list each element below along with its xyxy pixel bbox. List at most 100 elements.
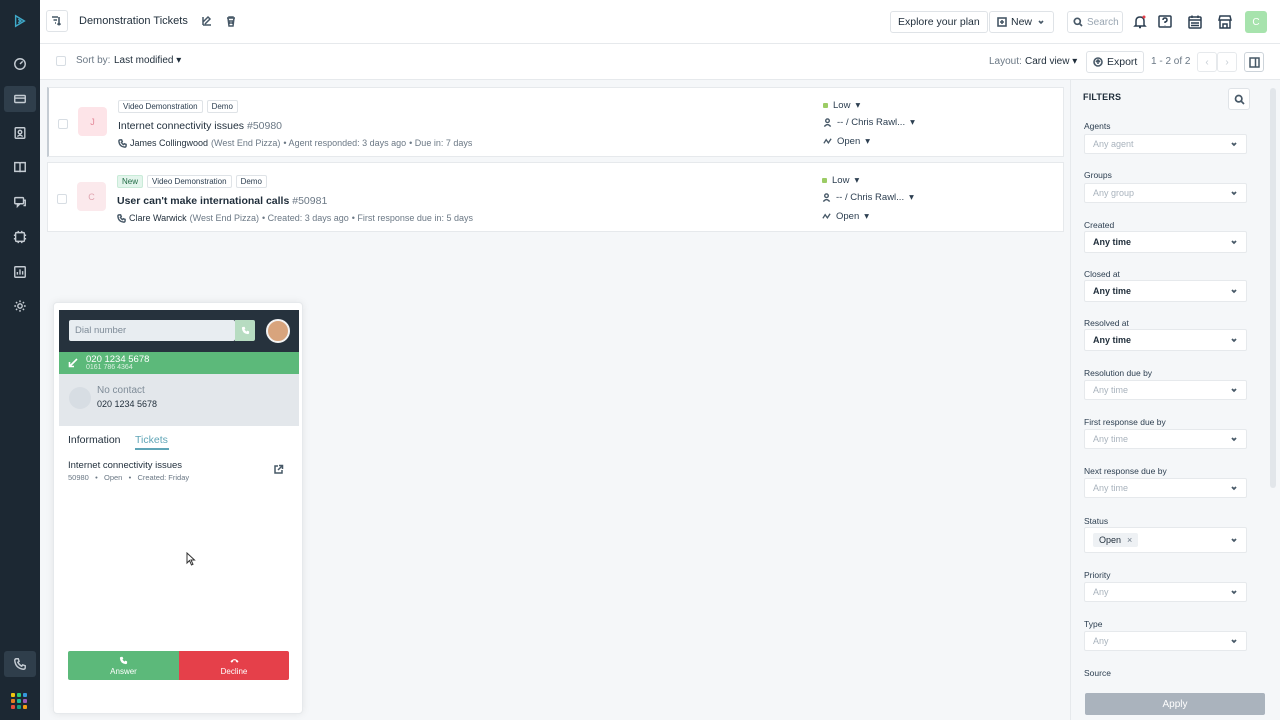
select-all-checkbox[interactable]: [56, 56, 66, 66]
status-dropdown[interactable]: Open ▾: [823, 136, 870, 147]
ticket-subject-link[interactable]: User can't make international calls #509…: [117, 195, 327, 207]
explore-plan-button[interactable]: Explore your plan: [890, 11, 988, 33]
next-page-button[interactable]: ›: [1217, 52, 1237, 72]
priority-dropdown[interactable]: Low ▾: [823, 100, 860, 111]
resolution-due-label: Resolution due by: [1084, 368, 1153, 378]
settings-gear-icon[interactable]: [10, 296, 30, 316]
reports-icon[interactable]: [10, 262, 30, 282]
status-icon: [823, 138, 832, 145]
sort-by-dropdown[interactable]: Last modified ▾: [114, 55, 181, 66]
calendar-icon[interactable]: [1185, 12, 1205, 32]
groups-label: Groups: [1084, 170, 1112, 180]
automations-icon[interactable]: [10, 227, 30, 247]
chevron-down-icon: [1230, 484, 1238, 492]
ticket-due: • Due in: 7 days: [409, 138, 473, 148]
resolution-due-select[interactable]: Any time: [1084, 380, 1247, 400]
agent-avatar[interactable]: [266, 319, 290, 343]
dial-call-button[interactable]: [235, 320, 255, 341]
layout-dropdown[interactable]: Card view ▾: [1025, 56, 1077, 67]
tab-tickets[interactable]: Tickets: [135, 434, 168, 446]
closed-at-value: Any time: [1093, 286, 1132, 296]
status-chip-label: Open: [1099, 535, 1122, 545]
prev-page-button[interactable]: ‹: [1197, 52, 1217, 72]
help-icon[interactable]: [1155, 12, 1175, 32]
priority-dot: [822, 178, 827, 183]
new-button[interactable]: New: [989, 11, 1055, 33]
related-ticket-meta: 50980 • Open • Created: Friday: [68, 473, 190, 482]
export-button[interactable]: Export: [1086, 51, 1145, 73]
ticket-card[interactable]: J Video Demonstration Demo Internet conn…: [47, 87, 1064, 157]
closed-at-select[interactable]: Any time: [1084, 280, 1247, 302]
search-input[interactable]: Search: [1067, 11, 1123, 33]
requester-name[interactable]: Clare Warwick: [129, 213, 187, 223]
created-select[interactable]: Any time: [1084, 231, 1247, 253]
freshdesk-logo-icon[interactable]: [10, 11, 30, 31]
requester-avatar: J: [78, 107, 107, 136]
toggle-filters-panel-button[interactable]: [1244, 52, 1264, 72]
remove-chip-icon[interactable]: ×: [1127, 535, 1132, 545]
ticket-card[interactable]: C New Video Demonstration Demo User can'…: [47, 162, 1064, 232]
notifications-bell-icon[interactable]: [1130, 12, 1150, 32]
active-tab-indicator: [135, 448, 169, 450]
priority-filter-select[interactable]: Any: [1084, 582, 1247, 602]
dashboard-icon[interactable]: [10, 54, 30, 74]
priority-dropdown[interactable]: Low ▾: [822, 175, 859, 186]
status-filter-select[interactable]: Open ×: [1084, 527, 1247, 553]
new-badge: New: [117, 175, 144, 188]
type-filter-select[interactable]: Any: [1084, 631, 1247, 651]
groups-select[interactable]: Any group: [1084, 183, 1247, 203]
ticket-tags: Video Demonstration Demo: [118, 100, 238, 113]
first-response-due-select[interactable]: Any time: [1084, 429, 1247, 449]
filters-scrollbar[interactable]: [1270, 88, 1276, 488]
answer-button[interactable]: Answer: [68, 651, 179, 680]
assignee-dropdown[interactable]: -- / Chris Rawl... ▾: [822, 192, 914, 203]
explore-plan-label: Explore your plan: [898, 16, 980, 28]
sort-by-label: Sort by:: [76, 55, 111, 66]
ticket-meta: James Collingwood (West End Pizza) • Age…: [118, 138, 472, 148]
marketplace-store-icon[interactable]: [1215, 12, 1235, 32]
edit-view-icon[interactable]: [201, 15, 213, 27]
resolved-at-select[interactable]: Any time: [1084, 329, 1247, 351]
export-icon: [1093, 57, 1103, 67]
next-response-due-select[interactable]: Any time: [1084, 478, 1247, 498]
related-ticket-title[interactable]: Internet connectivity issues: [68, 460, 182, 471]
filters-search-button[interactable]: [1228, 88, 1250, 110]
app-switcher-grid-icon[interactable]: [11, 693, 27, 709]
filter-toggle-button[interactable]: [46, 10, 68, 32]
conversations-icon[interactable]: [10, 192, 30, 212]
open-external-icon[interactable]: [273, 464, 285, 476]
requester-name[interactable]: James Collingwood: [130, 138, 208, 148]
assignee-value: -- / Chris Rawl...: [837, 117, 906, 128]
layout-value: Card view: [1025, 56, 1070, 67]
contact-name: No contact: [97, 385, 145, 396]
decline-label: Decline: [220, 666, 248, 676]
incoming-arrow-icon: [68, 358, 78, 368]
phone-hangup-icon: [229, 658, 239, 663]
chevron-down-icon: [1230, 140, 1238, 148]
status-icon: [822, 213, 831, 220]
caller-contact-card: No contact 020 1234 5678: [59, 374, 299, 426]
tab-information[interactable]: Information: [68, 434, 121, 446]
ticket-subject-link[interactable]: Internet connectivity issues #50980: [118, 120, 282, 132]
phone-icon[interactable]: [4, 651, 36, 677]
knowledge-base-icon[interactable]: [10, 157, 30, 177]
ticket-number: #50981: [292, 195, 328, 207]
agents-select[interactable]: Any agent: [1084, 134, 1247, 154]
apply-filters-button[interactable]: Apply: [1085, 693, 1265, 715]
contacts-icon[interactable]: [10, 123, 30, 143]
ticket-checkbox[interactable]: [58, 119, 68, 129]
delete-view-icon[interactable]: [225, 15, 237, 27]
decline-button[interactable]: Decline: [179, 651, 289, 680]
tickets-icon[interactable]: [4, 86, 36, 112]
dial-placeholder: Dial number: [75, 325, 127, 336]
contact-number: 020 1234 5678: [97, 399, 158, 409]
user-avatar[interactable]: C: [1245, 11, 1267, 33]
plus-box-icon: [997, 17, 1007, 27]
phone-answer-icon: [119, 656, 128, 664]
mouse-cursor-icon: [186, 552, 196, 566]
dial-number-input[interactable]: Dial number: [69, 320, 235, 341]
ticket-subject: Internet connectivity issues: [118, 120, 245, 132]
assignee-dropdown[interactable]: -- / Chris Rawl... ▾: [823, 117, 915, 128]
status-dropdown[interactable]: Open ▾: [822, 211, 869, 222]
ticket-checkbox[interactable]: [57, 194, 67, 204]
